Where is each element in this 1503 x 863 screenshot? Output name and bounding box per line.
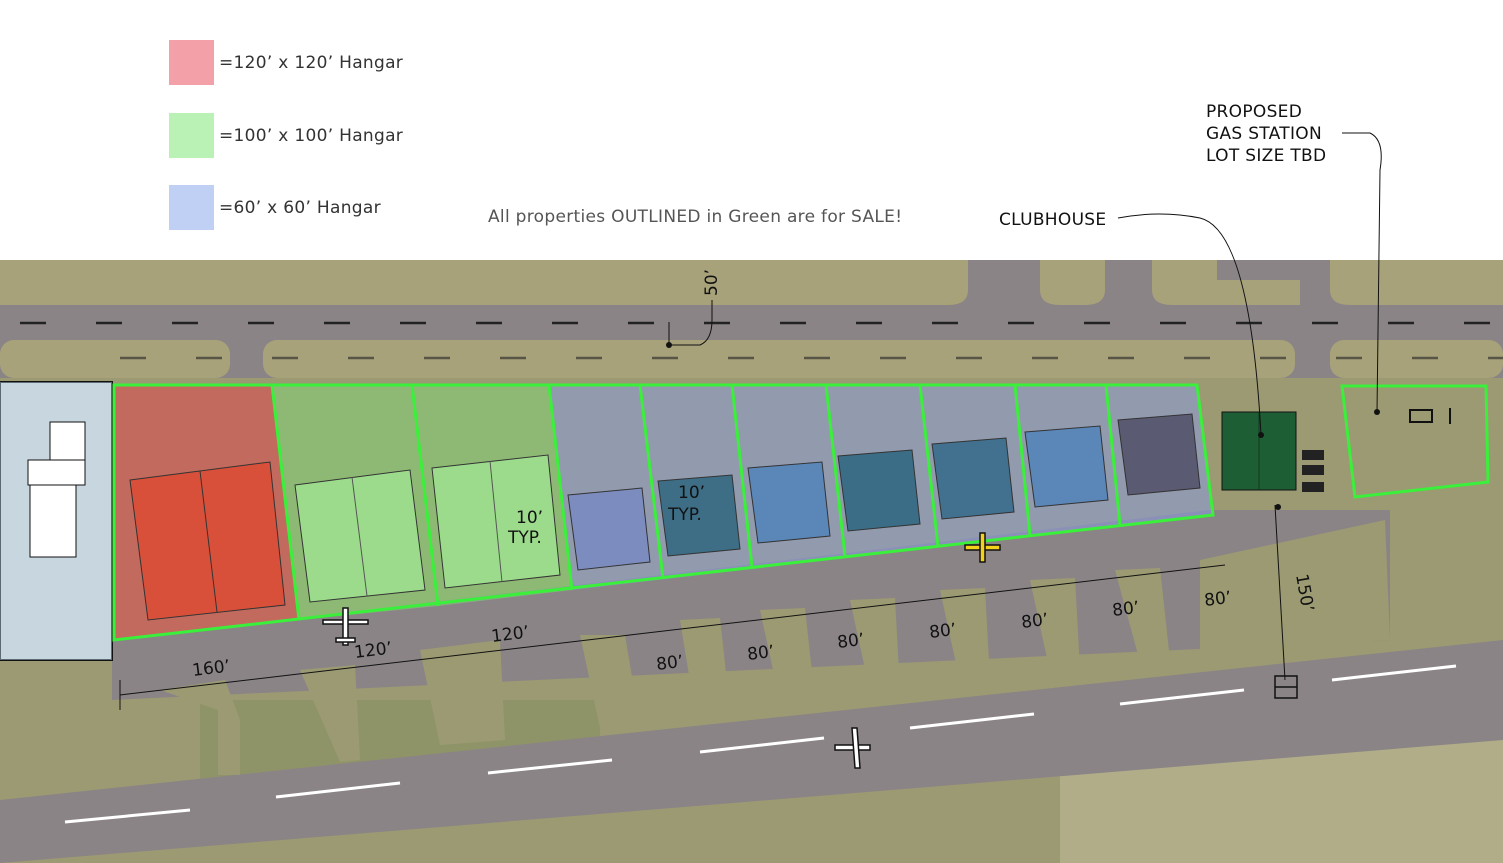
west-building-block-3	[29, 484, 77, 558]
dim-spacing-2-typ: TYP.	[667, 505, 702, 525]
dim-spacing-1-typ: TYP.	[507, 528, 542, 548]
hangar-medium-1	[294, 469, 426, 603]
hangar-large	[129, 461, 286, 621]
dim-spacing-1: 10’	[516, 508, 543, 528]
dim-lot-width-8: 80’	[1020, 610, 1049, 633]
dim-lot-width-10: 80’	[1203, 588, 1232, 611]
dim-lot-width-4: 80’	[655, 652, 684, 675]
dim-lot-width-5: 80’	[746, 642, 775, 665]
west-building-block-2	[27, 459, 86, 486]
median-center	[263, 340, 1295, 378]
north-road	[0, 305, 1503, 340]
dim-spacing-2: 10’	[678, 483, 705, 503]
median-west	[0, 340, 230, 378]
dim-lot-width-6: 80’	[836, 630, 865, 653]
dim-road-width: 50’	[702, 269, 722, 296]
clubhouse-parking	[1302, 450, 1324, 492]
dim-lot-width-7: 80’	[928, 620, 957, 643]
site-plan-map: 50’ 150’ 160’ 120’ 120’ 80’ 80’ 80’ 80’ …	[0, 132, 1503, 863]
dim-lot-width-9: 80’	[1111, 598, 1140, 621]
west-building-block-1	[49, 421, 86, 461]
